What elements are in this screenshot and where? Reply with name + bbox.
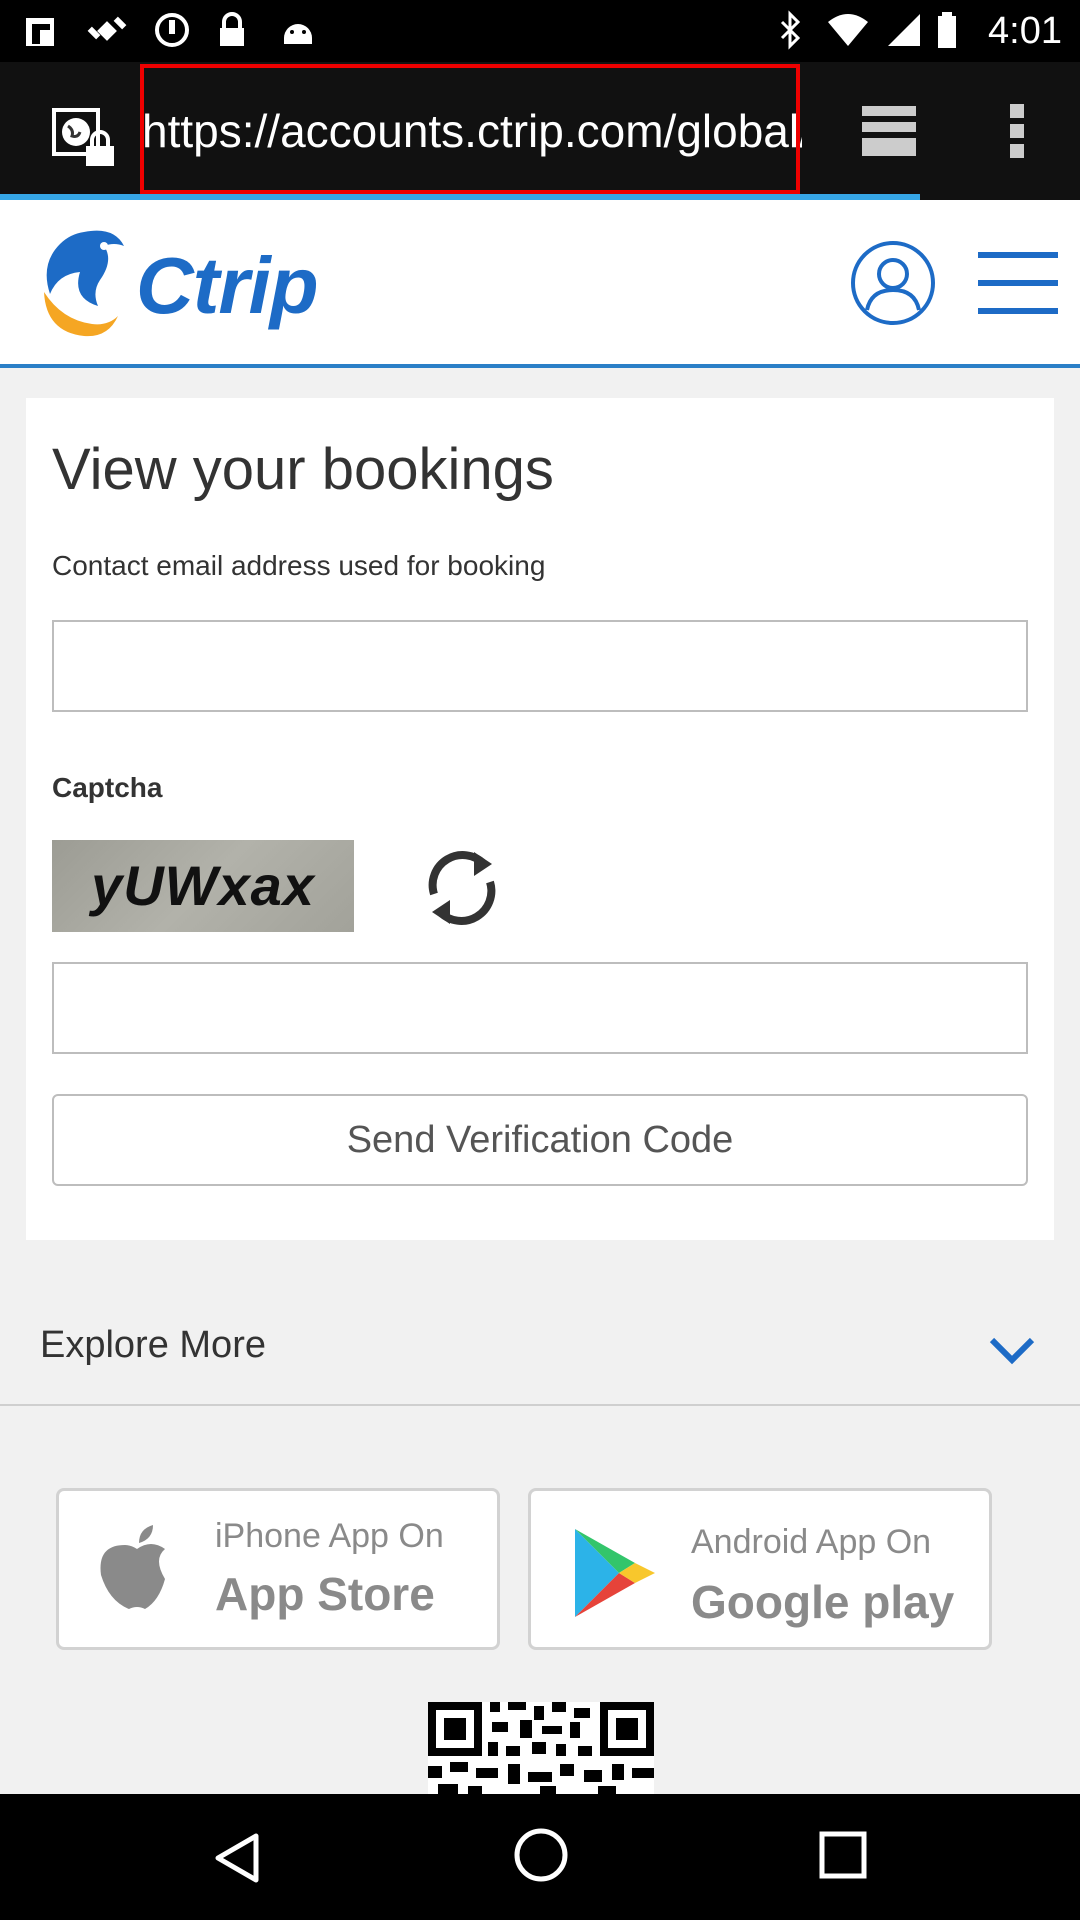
wifi-icon [826, 10, 870, 50]
explore-more-row[interactable]: Explore More [0, 1294, 1080, 1406]
ctrip-dolphin-logo[interactable] [24, 222, 134, 342]
app-store-button[interactable]: iPhone App On App Store [56, 1488, 500, 1650]
battery-icon [936, 10, 958, 50]
page-title: View your bookings [52, 437, 554, 502]
app-store-small-text: iPhone App On [215, 1517, 444, 1555]
email-label: Contact email address used for booking [52, 550, 546, 581]
chevron-down-icon[interactable] [988, 1334, 1036, 1366]
satellite-icon [86, 10, 130, 50]
bluetooth-icon [776, 10, 806, 50]
refresh-icon[interactable] [412, 838, 512, 938]
back-icon[interactable] [210, 1830, 264, 1886]
booking-card: View your bookings Contact email address… [26, 398, 1054, 1240]
url-highlight-box [140, 64, 800, 194]
signal-icon [886, 10, 922, 50]
system-nav-bar [0, 1794, 1080, 1920]
secure-site-icon[interactable] [50, 106, 120, 170]
google-play-big-text: Google play [691, 1576, 955, 1628]
recents-icon[interactable] [818, 1830, 868, 1880]
email-field[interactable] [52, 620, 1028, 712]
explore-more-label: Explore More [40, 1324, 266, 1366]
apple-icon [97, 1519, 177, 1619]
captcha-text: yUWxax [91, 854, 315, 917]
send-verification-button[interactable]: Send Verification Code [52, 1094, 1028, 1186]
ctrip-logo-text: Ctrip [136, 241, 319, 330]
fake-gps-icon [20, 10, 60, 50]
overflow-menu-icon[interactable] [1004, 102, 1030, 160]
google-play-small-text: Android App On [691, 1523, 932, 1561]
android-icon [278, 10, 318, 50]
google-play-button[interactable]: Android App On Google play [528, 1488, 992, 1650]
lock-icon [214, 10, 250, 50]
qr-code [428, 1702, 654, 1794]
status-time: 4:01 [988, 10, 1062, 52]
sync-icon [152, 10, 192, 50]
browser-toolbar: https://accounts.ctrip.com/global/ [0, 62, 1080, 200]
tabs-icon[interactable] [858, 102, 920, 160]
user-account-icon[interactable] [850, 240, 936, 326]
captcha-image: yUWxax [52, 840, 354, 932]
captcha-label: Captcha [52, 772, 163, 803]
status-bar: 4:01 [0, 0, 1080, 62]
google-play-icon [569, 1525, 659, 1621]
home-icon[interactable] [512, 1826, 570, 1884]
app-store-big-text: App Store [215, 1568, 435, 1620]
captcha-field[interactable] [52, 962, 1028, 1054]
hamburger-menu-icon[interactable] [978, 250, 1058, 318]
site-header: Ctrip [0, 200, 1080, 368]
